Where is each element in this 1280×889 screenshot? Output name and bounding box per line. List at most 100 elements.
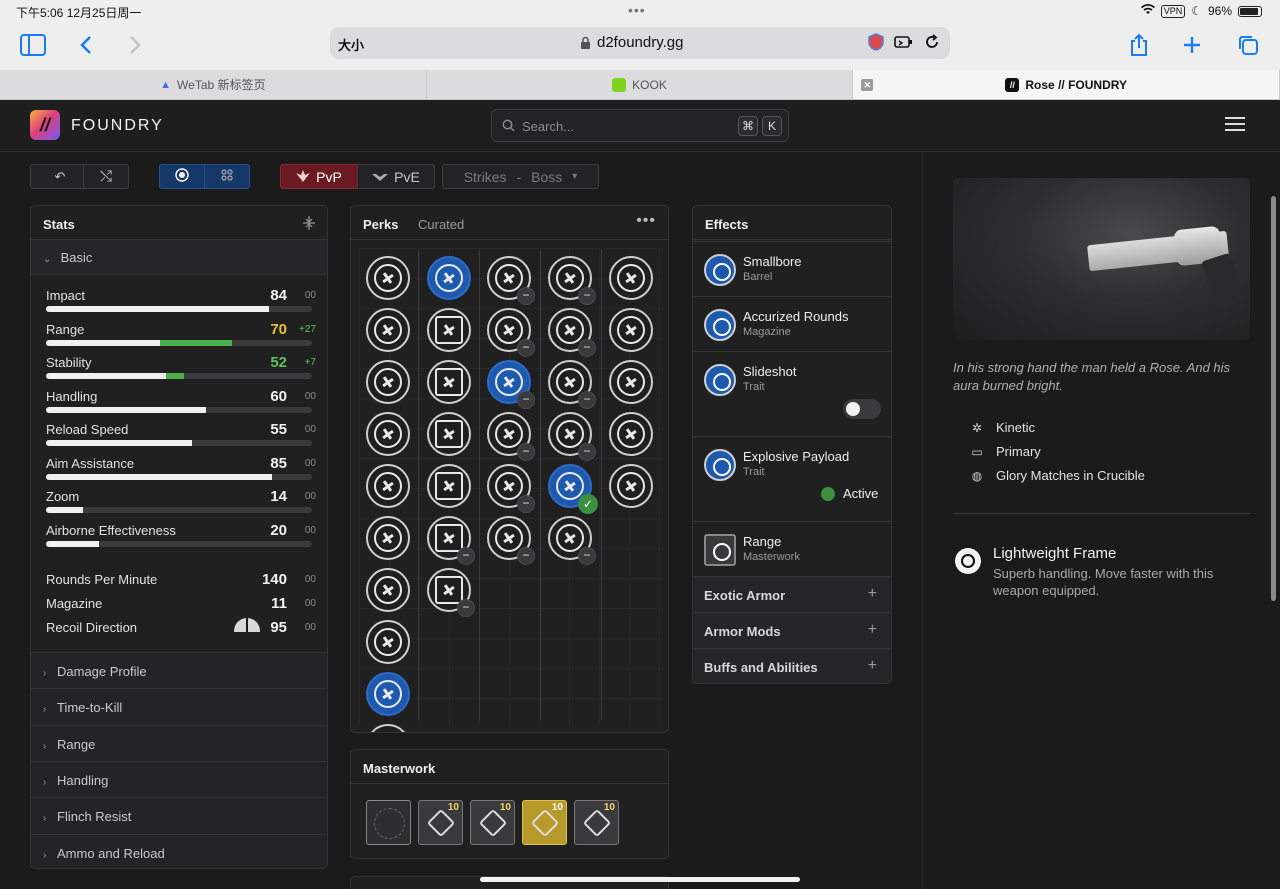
scrollbar[interactable] — [1271, 196, 1276, 601]
perk-option[interactable] — [427, 308, 471, 352]
stat-section-flinch-resist[interactable]: › Flinch Resist — [31, 797, 327, 834]
effect-type: Trait — [743, 381, 765, 393]
stat-value: 84 — [270, 287, 287, 304]
brand-name[interactable]: FOUNDRY — [71, 117, 164, 135]
pve-mode-button[interactable]: PvE — [357, 164, 435, 189]
perk-option[interactable] — [366, 412, 410, 456]
text-size-button[interactable]: 大小 — [338, 35, 364, 54]
damage-type: Kinetic — [996, 420, 1036, 435]
shuffle-button[interactable]: ⤭ — [83, 164, 129, 189]
stat-section-time-to-kill[interactable]: › Time-to-Kill — [31, 688, 327, 725]
url-display[interactable]: d2foundry.gg — [580, 34, 683, 51]
perk-option[interactable] — [609, 412, 653, 456]
stat-section-range[interactable]: › Range — [31, 724, 327, 761]
armor-mods-accordion[interactable]: Armor Mods + — [693, 612, 891, 648]
stat-value: 11 — [271, 595, 287, 612]
tab-overview-icon[interactable] — [1233, 30, 1263, 60]
perk-icon — [617, 472, 645, 500]
perk-option[interactable] — [427, 256, 471, 300]
sidebar-toggle-icon[interactable] — [18, 30, 48, 60]
new-tab-icon[interactable] — [1177, 30, 1207, 60]
address-bar[interactable]: 大小 d2foundry.gg — [330, 27, 950, 59]
search-input[interactable]: Search... ⌘ K — [491, 109, 789, 142]
effect-type: Trait — [743, 466, 765, 478]
remove-perk-icon[interactable]: − — [517, 443, 535, 461]
masterwork-slot[interactable] — [366, 800, 411, 845]
stat-section-handling[interactable]: › Handling — [31, 760, 327, 797]
perk-option[interactable] — [609, 308, 653, 352]
perk-option[interactable] — [366, 256, 410, 300]
perk-option[interactable] — [366, 360, 410, 404]
multitask-dots[interactable]: ••• — [628, 2, 646, 18]
share-icon[interactable] — [1124, 30, 1154, 60]
view-single-button[interactable] — [159, 164, 205, 189]
perk-option[interactable] — [366, 620, 410, 664]
view-grid-button[interactable] — [204, 164, 250, 189]
tab-kook[interactable]: KOOK — [427, 70, 854, 99]
masterwork-slot[interactable]: 10 — [574, 800, 619, 845]
compare-toggle-icon[interactable] — [303, 216, 315, 233]
reload-icon[interactable] — [924, 34, 940, 55]
stat-section-ammo-and-reload[interactable]: › Ammo and Reload — [31, 833, 327, 868]
shield-extension-icon[interactable] — [868, 33, 884, 56]
wifi-icon — [1140, 4, 1155, 18]
buffs-abilities-accordion[interactable]: Buffs and Abilities + — [693, 648, 891, 683]
tab-foundry[interactable]: ✕ // Rose // FOUNDRY — [853, 70, 1280, 99]
exotic-armor-accordion[interactable]: Exotic Armor + — [693, 576, 891, 612]
perk-icon — [374, 420, 402, 448]
perk-option[interactable] — [366, 516, 410, 560]
perk-option[interactable] — [366, 308, 410, 352]
remove-perk-icon[interactable]: − — [517, 495, 535, 513]
activity-select[interactable]: Strikes - Boss ▾ — [442, 164, 599, 189]
foundry-logo[interactable]: // — [30, 110, 60, 140]
effect-type: Magazine — [743, 326, 791, 338]
reader-extension-icon[interactable] — [894, 34, 914, 55]
pvp-mode-button[interactable]: PvP — [280, 164, 358, 189]
tab-curated[interactable]: Curated — [418, 217, 464, 232]
home-indicator[interactable] — [480, 877, 800, 882]
tab-wetab[interactable]: ▲ WeTab 新标签页 — [0, 70, 427, 99]
accordion-label: Armor Mods — [704, 624, 781, 639]
perk-option[interactable] — [427, 360, 471, 404]
perk-option[interactable] — [427, 464, 471, 508]
remove-perk-icon[interactable]: − — [578, 547, 596, 565]
remove-perk-icon[interactable]: − — [517, 287, 535, 305]
remove-perk-icon[interactable]: − — [578, 339, 596, 357]
effect-name: Accurized Rounds — [743, 309, 849, 324]
remove-perk-icon[interactable]: − — [457, 547, 475, 565]
remove-perk-icon[interactable]: − — [578, 287, 596, 305]
masterwork-slot[interactable]: 10 — [470, 800, 515, 845]
remove-perk-icon[interactable]: − — [517, 391, 535, 409]
perk-option[interactable] — [366, 568, 410, 612]
perk-icon — [435, 420, 463, 448]
section-label: Range — [57, 736, 96, 752]
perk-option[interactable] — [609, 360, 653, 404]
tab-close-icon[interactable]: ✕ — [861, 79, 874, 91]
undo-button[interactable]: ↶ — [30, 164, 90, 189]
masterwork-slot[interactable]: 10 — [522, 800, 567, 845]
perk-option[interactable] — [366, 672, 410, 716]
stat-row: Reload Speed 55 00 — [46, 421, 316, 452]
masterwork-title-bar: Masterwork — [351, 750, 668, 784]
masterwork-slot[interactable]: 10 — [418, 800, 463, 845]
remove-perk-icon[interactable]: − — [457, 599, 475, 617]
back-icon[interactable] — [71, 30, 101, 60]
forward-icon[interactable] — [120, 30, 150, 60]
stat-bar-fill — [46, 407, 206, 413]
slideshot-toggle[interactable] — [843, 399, 881, 419]
remove-perk-icon[interactable]: − — [578, 443, 596, 461]
perk-option[interactable] — [609, 464, 653, 508]
perk-option[interactable] — [427, 412, 471, 456]
basic-section-header[interactable]: ⌄ Basic — [31, 240, 327, 275]
more-options-icon[interactable]: ••• — [636, 212, 656, 230]
remove-perk-icon[interactable]: − — [517, 339, 535, 357]
remove-perk-icon[interactable]: − — [517, 547, 535, 565]
perk-option[interactable] — [366, 464, 410, 508]
tab-perks[interactable]: Perks — [363, 217, 398, 232]
stat-section-damage-profile[interactable]: › Damage Profile — [31, 652, 327, 688]
url-text: d2foundry.gg — [597, 34, 684, 51]
stat-row: Handling 60 00 — [46, 388, 316, 419]
remove-perk-icon[interactable]: − — [578, 391, 596, 409]
menu-icon[interactable] — [1225, 117, 1245, 135]
perk-option[interactable] — [609, 256, 653, 300]
